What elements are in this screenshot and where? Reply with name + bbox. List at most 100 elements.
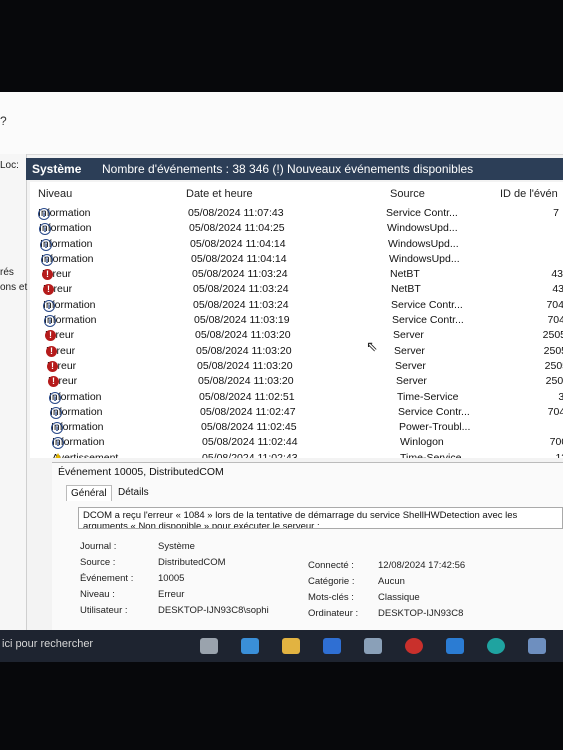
event-row[interactable]: !Erreur 05/08/2024 11:03:20 Server 2505 <box>30 359 563 374</box>
keywords-value: Classique <box>378 592 420 603</box>
event-row[interactable]: Avertissement 05/08/2024 11:02:43 Time-Ser… <box>30 451 563 458</box>
event-row[interactable]: ! Erreur 05/08/2024 11:03:24 NetBT 43 <box>30 267 563 282</box>
column-headers: Niveau Date et heure Source ID de l'évén <box>30 182 563 207</box>
event-row[interactable]: i Information 05/08/2024 11:04:25 WindowsUp… <box>30 221 563 236</box>
event-id: 2505 <box>543 344 563 357</box>
level-label: Niveau : <box>80 589 115 600</box>
event-row[interactable]: i Information 05/08/2024 11:07:43 Service C… <box>30 206 563 221</box>
column-level[interactable]: Niveau <box>38 188 72 200</box>
information-icon: i <box>44 315 56 328</box>
event-row[interactable]: i Information 05/08/2024 11:02:47 Service C… <box>30 405 563 420</box>
event-row[interactable]: i Information 05/08/2024 11:02:51 Time-Serv… <box>30 390 563 405</box>
chrome-icon[interactable] <box>405 638 423 654</box>
log-header: Système Nombre d'événements : 38 346 (!)… <box>26 158 563 180</box>
warning-icon <box>52 452 64 458</box>
event-source: Server <box>393 329 424 342</box>
user-label: Utilisateur : <box>80 605 128 616</box>
event-source: Service Contr... <box>392 314 464 327</box>
event-level: i Information <box>52 436 105 450</box>
event-id: 704 <box>546 298 563 311</box>
event-date: 05/08/2024 11:03:19 <box>194 314 290 327</box>
event-description[interactable]: DCOM a reçu l'erreur « 1084 » lors de la… <box>78 507 563 529</box>
event-date: 05/08/2024 11:02:43 <box>202 451 298 458</box>
event-id-label: Événement : <box>80 573 134 584</box>
event-details-title: Événement 10005, DistributedCOM <box>58 466 224 478</box>
error-icon: ! <box>47 360 58 372</box>
event-level: i Information <box>51 421 104 435</box>
event-date: 05/08/2024 11:03:20 <box>195 329 291 342</box>
event-level: ! Erreur <box>42 268 71 281</box>
edge-icon[interactable] <box>487 638 505 654</box>
column-date[interactable]: Date et heure <box>186 188 253 200</box>
event-level: ! Erreur <box>47 360 76 372</box>
event-row[interactable]: i Information 05/08/2024 11:03:19 Service C… <box>30 313 563 328</box>
event-source: Service Contr... <box>398 405 470 418</box>
event-id: 7 <box>553 207 559 219</box>
event-source: WindowsUpd... <box>387 222 458 235</box>
event-id: 43 <box>551 268 563 281</box>
event-id-value: 10005 <box>158 573 185 584</box>
connected-value: 12/08/2024 17:42:56 <box>378 560 466 571</box>
event-viewer-window: ? Loc: rés ons et Système Nombre d'événe… <box>0 92 563 662</box>
nav-item-local[interactable]: Loc: <box>0 160 19 171</box>
event-level: i Information <box>40 238 93 251</box>
help-menu[interactable]: ? <box>0 114 7 128</box>
event-count: Nombre d'événements : 38 346 (!) Nouveau… <box>102 162 474 176</box>
event-level: i Information <box>39 222 92 236</box>
information-icon: i <box>43 299 55 312</box>
event-row[interactable]: i Information 05/08/2024 11:04:14 WindowsUp… <box>30 252 563 267</box>
event-date: 05/08/2024 11:03:20 <box>196 344 292 357</box>
event-source: NetBT <box>390 268 420 281</box>
information-icon: i <box>50 406 62 419</box>
event-row[interactable]: i Information 05/08/2024 11:04:14 WindowsUp… <box>30 237 563 252</box>
event-row[interactable]: !Erreur 05/08/2024 11:03:20 Server 2505 <box>30 328 563 343</box>
taskbar: ici pour rechercher <box>0 630 563 662</box>
event-date: 05/08/2024 11:03:20 <box>197 359 293 372</box>
event-source: Service Contr... <box>391 298 463 311</box>
event-source: Service Contr... <box>386 207 458 219</box>
widgets-icon[interactable] <box>241 638 259 654</box>
level-value: Erreur <box>158 589 185 600</box>
tab-general[interactable]: Général <box>66 485 112 501</box>
event-details-pane: Événement 10005, DistributedCOM Général … <box>52 462 563 631</box>
event-row[interactable]: i Information 05/08/2024 11:03:24 Service C… <box>30 298 563 313</box>
computer-value: DESKTOP-IJN93C8 <box>378 608 464 619</box>
event-row[interactable]: !Erreur 05/08/2024 11:03:20 Server 2505 <box>30 374 563 389</box>
event-source: Winlogon <box>400 436 444 449</box>
taskbar-search[interactable]: ici pour rechercher <box>2 638 93 650</box>
event-date: 05/08/2024 11:04:14 <box>190 237 286 250</box>
event-date: 05/08/2024 11:04:14 <box>191 252 287 265</box>
event-level: i Information <box>50 406 103 419</box>
event-source: Server <box>395 359 426 372</box>
event-row[interactable]: ! Erreur 05/08/2024 11:03:24 NetBT 43 <box>30 282 563 297</box>
event-level: ! Erreur <box>43 283 72 296</box>
column-event-id[interactable]: ID de l'évén <box>500 188 558 200</box>
error-icon: ! <box>46 345 57 357</box>
onedrive-icon[interactable] <box>446 638 464 654</box>
event-id: 704 <box>547 314 563 327</box>
nav-item-res[interactable]: rés <box>0 267 14 278</box>
column-source[interactable]: Source <box>390 188 425 200</box>
navigation-pane: Loc: rés ons et <box>0 154 27 630</box>
store-icon[interactable] <box>528 638 546 654</box>
connected-label: Connecté : <box>308 560 354 571</box>
journal-label: Journal : <box>80 541 117 552</box>
event-source: WindowsUpd... <box>389 252 460 265</box>
event-id: 2505 <box>542 329 563 342</box>
file-explorer-icon[interactable] <box>282 638 300 654</box>
event-date: 05/08/2024 11:03:24 <box>192 268 288 281</box>
event-id: 37 <box>558 390 563 403</box>
tab-details[interactable]: Détails <box>114 485 153 500</box>
event-level: ! Erreur <box>48 375 77 388</box>
event-row[interactable]: i Information 05/08/2024 11:02:44 Winlogon 7… <box>30 435 563 450</box>
information-icon: i <box>40 238 52 251</box>
event-id: 7040 <box>547 405 563 418</box>
event-row[interactable]: i Information 05/08/2024 11:02:45 Power-Tro… <box>30 420 563 435</box>
information-icon: i <box>41 253 53 266</box>
nav-item-ons[interactable]: ons et <box>0 282 27 293</box>
taskview-icon[interactable] <box>200 638 218 654</box>
mail-icon[interactable] <box>323 638 341 654</box>
settings-icon[interactable] <box>364 638 382 654</box>
event-id: 2505 <box>544 359 563 372</box>
event-row[interactable]: !Erreur 05/08/2024 11:03:20 Server 2505 <box>30 344 563 359</box>
